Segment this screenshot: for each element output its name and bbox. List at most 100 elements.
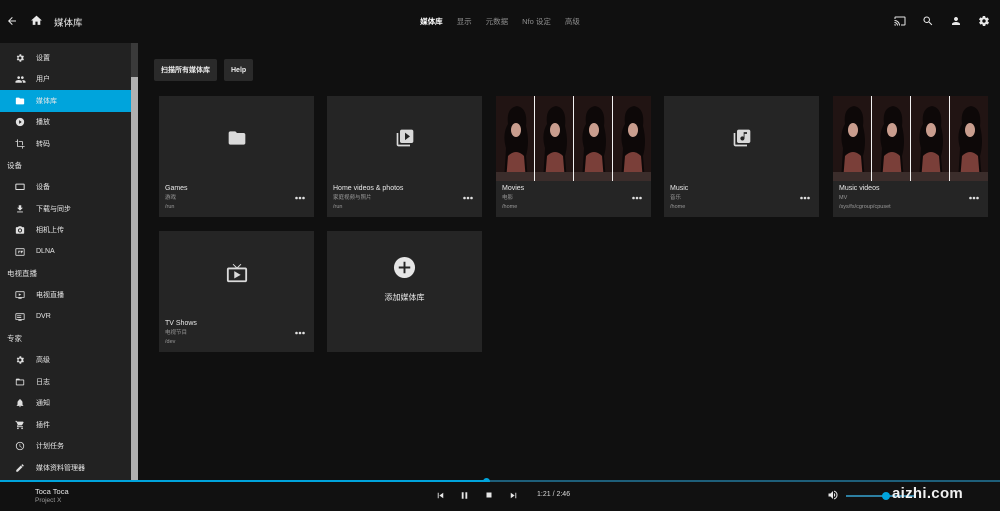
library-name: Games: [165, 185, 188, 192]
library-thumb: [159, 96, 314, 181]
sidebar-item-label: 高级: [36, 357, 50, 365]
header-tabs: 媒体库 显示 元数据 Nfo 设定 高级: [0, 0, 1000, 43]
sidebar-item-livetv[interactable]: 电视直播: [0, 285, 131, 307]
sidebar-item-library[interactable]: 媒体库: [0, 90, 131, 112]
sidebar-item-scheduled-tasks[interactable]: 计划任务: [0, 436, 131, 458]
sidebar-item-label: DLNA: [36, 248, 55, 256]
add-circle-icon: [393, 256, 416, 281]
now-playing-artist[interactable]: Project X: [35, 497, 61, 504]
library-path: /run: [165, 203, 175, 210]
home-button[interactable]: [24, 10, 48, 34]
gear-icon: [14, 52, 26, 64]
more-options-button[interactable]: [799, 193, 811, 201]
library-name: Home videos & photos: [333, 185, 404, 192]
more-options-button[interactable]: [968, 193, 980, 201]
sidebar-item-label: 设置: [36, 54, 50, 62]
sidebar-scrollbar-thumb[interactable]: [131, 77, 138, 480]
sidebar-item-plugins[interactable]: 插件: [0, 414, 131, 436]
mute-button[interactable]: [823, 486, 843, 506]
sidebar-item-camera-upload[interactable]: 相机上传: [0, 220, 131, 242]
library-card-movies[interactable]: Movies 电影 /home: [496, 96, 651, 217]
add-library-card[interactable]: 添加媒体库: [327, 231, 482, 352]
sidebar-item-label: 转码: [36, 140, 50, 148]
library-path: /home: [670, 203, 686, 210]
stop-button[interactable]: [479, 486, 499, 506]
now-playing-bar: Toca Toca Project X 1:21 / 2:46: [0, 482, 1000, 511]
live-tv-icon: [14, 289, 26, 301]
clock-icon: [14, 440, 26, 452]
sidebar-item-label: 通知: [36, 400, 50, 408]
more-horiz-icon: [632, 192, 642, 202]
more-options-button[interactable]: [294, 328, 306, 336]
previous-track-button[interactable]: [430, 486, 450, 506]
library-card-home-videos[interactable]: Home videos & photos 家庭视频与照片 /run: [327, 96, 482, 217]
library-card-tv-shows[interactable]: TV Shows 电视节目 /dev: [159, 231, 314, 352]
pause-button[interactable]: [454, 486, 474, 506]
sidebar-item-settings[interactable]: 设置: [0, 47, 131, 69]
help-button[interactable]: Help: [224, 59, 254, 81]
sidebar-item-label: 设备: [36, 184, 50, 192]
sidebar-item-dlna[interactable]: DLNA: [0, 241, 131, 263]
sidebar-item-transcoding[interactable]: 转码: [0, 133, 131, 155]
more-options-button[interactable]: [462, 193, 474, 201]
tab-library[interactable]: 媒体库: [420, 16, 443, 27]
volume-handle[interactable]: [881, 492, 890, 500]
library-name: Music: [670, 185, 689, 192]
library-poster: [496, 96, 651, 181]
settings-button[interactable]: [972, 10, 996, 34]
sidebar-item-notifications[interactable]: 通知: [0, 393, 131, 415]
page-title: 媒体库: [54, 17, 83, 29]
tab-metadata[interactable]: 元数据: [486, 16, 509, 27]
next-track-button[interactable]: [503, 486, 523, 506]
person-icon: [950, 15, 962, 29]
cart-icon: [14, 419, 26, 431]
pencil-icon: [14, 462, 26, 474]
crop-icon: [14, 138, 26, 150]
stop-icon: [484, 490, 494, 502]
user-button[interactable]: [944, 10, 968, 34]
library-card-music-videos[interactable]: Music videos MV /sys/fs/cgroup/cpuset: [833, 96, 988, 217]
search-button[interactable]: [916, 10, 940, 34]
now-playing-title[interactable]: Toca Toca: [35, 487, 69, 496]
cast-button[interactable]: [888, 10, 912, 34]
dvr-icon: [14, 311, 26, 323]
devices-icon: [14, 181, 26, 193]
more-horiz-icon: [295, 327, 305, 337]
sidebar-item-label: 播放: [36, 119, 50, 127]
skip-previous-icon: [435, 490, 446, 503]
library-card-music[interactable]: Music 音乐 /home: [664, 96, 819, 217]
sidebar-item-users[interactable]: 用户: [0, 69, 131, 91]
sidebar-item-devices[interactable]: 设备: [0, 177, 131, 199]
sidebar-item-dvr[interactable]: DVR: [0, 306, 131, 328]
sidebar-item-advanced[interactable]: 高级: [0, 350, 131, 372]
more-horiz-icon: [800, 192, 810, 202]
sidebar-item-label: 媒体库: [36, 97, 57, 105]
tab-display[interactable]: 显示: [457, 16, 472, 27]
tab-advanced[interactable]: 高级: [565, 16, 580, 27]
scan-all-libraries-button[interactable]: 扫描所有媒体库: [154, 59, 217, 81]
poster-image: [833, 96, 988, 181]
search-icon: [922, 15, 934, 29]
library-name: Movies: [502, 185, 525, 192]
sidebar-item-metadata-manager[interactable]: 媒体资料管理器: [0, 457, 131, 479]
library-type: 电影: [502, 195, 514, 201]
sidebar-item-label: 日志: [36, 378, 50, 386]
sidebar-scrollbar[interactable]: [131, 43, 138, 480]
tab-nfo[interactable]: Nfo 设定: [522, 16, 551, 27]
sidebar-item-label: 电视直播: [36, 292, 64, 300]
watermark: aizhi.com: [892, 485, 964, 502]
more-horiz-icon: [295, 192, 305, 202]
library-card-games[interactable]: Games 游戏 /run: [159, 96, 314, 217]
sidebar-item-logs[interactable]: 日志: [0, 371, 131, 393]
more-options-button[interactable]: [631, 193, 643, 201]
sidebar-item-download-sync[interactable]: 下载与同步: [0, 198, 131, 220]
library-name: Music videos: [839, 185, 880, 192]
sidebar-item-playback[interactable]: 播放: [0, 112, 131, 134]
back-button[interactable]: [0, 10, 24, 34]
music-library-icon: [732, 128, 752, 150]
sidebar-item-label: 插件: [36, 421, 50, 429]
camera-icon: [14, 224, 26, 236]
pause-icon: [459, 490, 470, 503]
more-options-button[interactable]: [294, 193, 306, 201]
sidebar-item-label: DVR: [36, 313, 51, 321]
